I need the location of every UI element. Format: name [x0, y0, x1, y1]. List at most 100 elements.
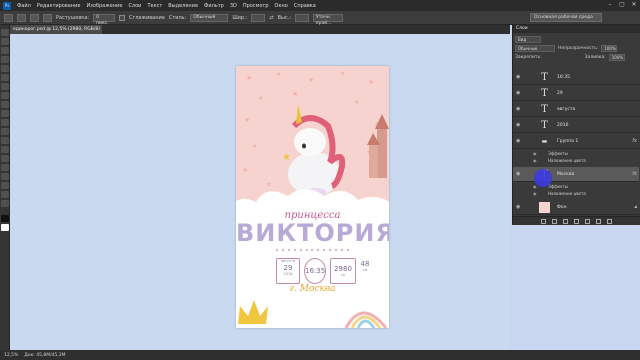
antialias-checkbox[interactable] — [119, 14, 126, 21]
background-color-swatch[interactable] — [1, 224, 9, 231]
window-controls: – ▢ ✕ — [606, 1, 638, 8]
workspace-select[interactable]: Основная рабочая среда — [530, 13, 602, 22]
hand-tool-icon[interactable] — [1, 191, 9, 198]
zoom-tool-icon[interactable] — [1, 200, 9, 207]
birth-time: 16:35 — [305, 267, 326, 275]
opacity-input[interactable]: 100% — [601, 44, 618, 52]
height-input[interactable] — [294, 13, 309, 22]
effects-eye-icon[interactable]: ◉ — [533, 158, 537, 163]
effects-fx-icon[interactable]: fx — [632, 171, 637, 177]
text-layer-icon: T — [541, 88, 548, 99]
feather-input[interactable]: 0 пикс. — [93, 13, 116, 26]
menu-select[interactable]: Выделение — [168, 3, 198, 9]
adjustment-layer-icon[interactable] — [574, 218, 579, 224]
document-tab[interactable]: единорог.psd @ 12,5% (2980, RGB/8) * — [10, 25, 102, 41]
type-tool-icon[interactable] — [1, 164, 9, 171]
layer-row[interactable]: ◉ T августа — [513, 102, 639, 117]
layer-row[interactable]: ◉ T 16:35 — [513, 70, 639, 85]
effects-row[interactable]: ◉ Эффекты — [513, 150, 639, 157]
visibility-eye-icon[interactable]: ◉ — [516, 75, 522, 80]
history-brush-icon[interactable] — [1, 110, 9, 117]
layer-row[interactable]: ◉ T 2016 — [513, 118, 639, 133]
stamp-tool-icon[interactable] — [1, 101, 9, 108]
color-overlay-row[interactable]: ◉ Наложение цвета — [513, 190, 639, 197]
layers-panel-footer — [513, 216, 640, 225]
menu-view[interactable]: Просмотр — [243, 3, 269, 9]
effects-eye-icon[interactable]: ◉ — [533, 151, 537, 156]
new-layer-icon[interactable] — [596, 218, 601, 224]
svg-text:★: ★ — [354, 99, 359, 106]
add-selection-icon[interactable] — [30, 13, 39, 22]
poster-document[interactable]: ★★★ ★★★ ★★★ ★★★ ★★★ ★ принцесса ВИКТОРИЯ — [236, 66, 389, 328]
effects-eye-icon[interactable]: ◉ — [533, 191, 537, 196]
layer-row-selected[interactable]: ◉ T Москва fx — [513, 167, 639, 182]
menu-image[interactable]: Изображение — [86, 3, 122, 9]
menu-window[interactable]: Окно — [275, 3, 288, 9]
visibility-eye-icon[interactable]: ◉ — [516, 139, 522, 144]
brush-tool-icon[interactable] — [1, 92, 9, 99]
crop-tool-icon[interactable] — [1, 65, 9, 72]
svg-text:★: ★ — [252, 143, 257, 150]
delete-layer-icon[interactable] — [607, 218, 612, 224]
refine-edge-button[interactable]: Уточн. край... — [312, 13, 343, 26]
menu-edit[interactable]: Редактирование — [37, 3, 81, 9]
menu-help[interactable]: Справка — [294, 3, 316, 9]
path-select-icon[interactable] — [1, 173, 9, 180]
layer-row[interactable]: ◉ T 29 — [513, 86, 639, 101]
menu-3d[interactable]: 3D — [230, 3, 237, 9]
blur-tool-icon[interactable] — [1, 137, 9, 144]
visibility-eye-icon[interactable]: ◉ — [516, 172, 522, 177]
new-group-icon[interactable] — [585, 218, 590, 224]
menu-filter[interactable]: Фильтр — [204, 3, 224, 9]
dodge-tool-icon[interactable] — [1, 146, 9, 153]
marquee-tool-icon[interactable] — [4, 13, 13, 22]
new-selection-icon[interactable] — [17, 13, 26, 22]
menu-type[interactable]: Текст — [147, 3, 162, 9]
gradient-tool-icon[interactable] — [1, 128, 9, 135]
poster-decorations — [238, 300, 388, 328]
photoshop-logo-icon: Ps — [3, 1, 11, 10]
castle-illustration — [367, 114, 389, 178]
effects-row[interactable]: ◉ Эффекты — [513, 183, 639, 190]
lasso-tool-icon[interactable] — [1, 47, 9, 54]
link-layers-icon[interactable] — [541, 218, 546, 224]
zoom-level[interactable]: 12,5% — [4, 353, 18, 358]
blend-mode-select[interactable]: Обычные — [515, 44, 555, 52]
menu-file[interactable]: Файл — [17, 3, 31, 9]
visibility-eye-icon[interactable]: ◉ — [516, 123, 522, 128]
add-style-icon[interactable] — [552, 218, 557, 224]
close-icon[interactable]: ✕ — [630, 1, 638, 8]
minimize-icon[interactable]: – — [606, 1, 614, 8]
visibility-eye-icon[interactable]: ◉ — [516, 107, 522, 112]
effects-fx-icon[interactable]: fx — [632, 138, 637, 144]
layers-panel-tab[interactable]: Слои — [513, 25, 640, 33]
menu-layers[interactable]: Слои — [128, 3, 141, 9]
layer-row-group[interactable]: ◉ ▬ Группа 1 fx — [513, 134, 639, 149]
visibility-eye-icon[interactable]: ◉ — [516, 91, 522, 96]
shape-tool-icon[interactable] — [1, 182, 9, 189]
marquee-tool-icon[interactable] — [1, 38, 9, 45]
height-label: Выс.: — [277, 14, 291, 21]
dot-divider — [276, 249, 349, 251]
add-mask-icon[interactable] — [563, 218, 568, 224]
maximize-icon[interactable]: ▢ — [618, 1, 626, 8]
layer-filter-select[interactable]: Вид — [515, 35, 541, 43]
layer-row-background[interactable]: ◉ Фон 🔒︎ — [513, 200, 639, 215]
fill-input[interactable]: 100% — [608, 53, 625, 61]
date-year: 2016 — [283, 272, 293, 276]
magic-wand-icon[interactable] — [1, 56, 9, 63]
color-overlay-row[interactable]: ◉ Наложение цвета — [513, 157, 639, 164]
foreground-color-swatch[interactable] — [1, 215, 9, 222]
swap-icon[interactable]: ⇄ — [269, 15, 273, 21]
width-input[interactable] — [251, 13, 266, 22]
eraser-tool-icon[interactable] — [1, 119, 9, 126]
subtract-selection-icon[interactable] — [43, 13, 52, 22]
style-select[interactable]: Обычный — [190, 13, 229, 22]
eyedropper-icon[interactable] — [1, 74, 9, 81]
pen-tool-icon[interactable] — [1, 155, 9, 162]
effects-eye-icon[interactable]: ◉ — [533, 184, 537, 189]
move-tool-icon[interactable] — [1, 29, 9, 36]
healing-brush-icon[interactable] — [1, 83, 9, 90]
visibility-eye-icon[interactable]: ◉ — [516, 205, 522, 210]
style-label: Стиль: — [168, 14, 187, 21]
